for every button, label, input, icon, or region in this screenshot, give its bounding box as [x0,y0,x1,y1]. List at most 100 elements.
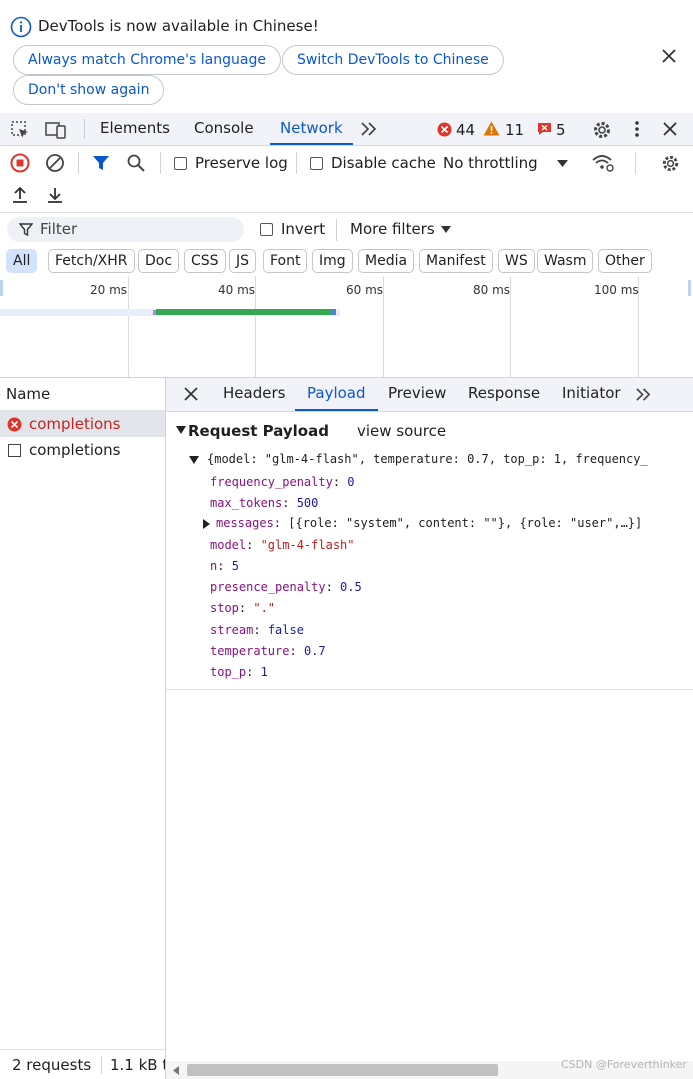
watermark: CSDN @Foreverthinker [561,1058,687,1071]
detail-tabbar: Headers Payload Preview Response Initiat… [166,378,693,412]
device-toolbar-icon[interactable] [45,120,67,140]
separator [336,219,337,241]
tab-headers[interactable]: Headers [223,378,285,411]
field-key: presence_penalty [210,580,326,594]
field-key: top_p [210,665,247,679]
issues-icon[interactable] [537,122,552,136]
filter-funnel-icon[interactable] [92,155,110,172]
field-temperature: temperature: 0.7 [210,644,326,658]
warning-count[interactable]: 11 [505,121,524,139]
always-match-language-button[interactable]: Always match Chrome's language [13,45,281,75]
field-value: "." [253,601,276,615]
network-settings-icon[interactable] [660,153,681,174]
dont-show-again-button[interactable]: Don't show again [13,75,165,105]
field-messages[interactable]: messages: [{role: "system", content: ""}… [216,516,693,530]
request-row[interactable]: completions [0,411,165,437]
field-value: false [267,623,304,637]
close-icon[interactable] [661,48,677,64]
filter-chip-wasm[interactable]: Wasm [537,249,594,273]
collapse-arrow-icon[interactable] [176,426,186,435]
tab-response[interactable]: Response [468,378,540,411]
tab-elements[interactable]: Elements [100,113,170,145]
filter-chip-manifest[interactable]: Manifest [419,249,493,273]
more-tabs-icon[interactable] [360,121,378,137]
section-divider [166,689,693,690]
search-icon[interactable] [127,154,145,172]
payload-summary[interactable]: {model: "glm-4-flash", temperature: 0.7,… [207,452,693,466]
kebab-menu-icon[interactable] [634,120,640,138]
view-source-link[interactable]: view source [357,422,446,440]
filter-chip-font[interactable]: Font [263,249,308,273]
range-handle-left[interactable] [0,280,3,296]
clear-icon[interactable] [45,153,65,173]
filter-chip-fetch-xhr[interactable]: Fetch/XHR [48,249,135,273]
warning-icon[interactable] [483,121,500,136]
field-key: max_tokens [210,496,283,510]
issues-count[interactable]: 5 [556,121,566,139]
separator [296,152,297,174]
preserve-log-checkbox[interactable] [174,157,187,170]
scrollbar-thumb[interactable] [187,1064,498,1076]
filter-chip-other[interactable]: Other [598,249,652,273]
field-max-tokens: max_tokens: 500 [210,496,319,510]
record-stop-icon[interactable] [10,153,30,173]
import-har-icon[interactable] [11,186,29,204]
tick-label: 80 ms [473,283,511,297]
filter-chip-doc[interactable]: Doc [138,249,180,273]
disable-cache-checkbox[interactable] [310,157,323,170]
range-handle-right[interactable] [688,280,691,296]
export-har-icon[interactable] [46,186,64,204]
switch-to-chinese-button[interactable]: Switch DevTools to Chinese [282,45,504,75]
tab-network[interactable]: Network [270,113,353,145]
request-count: 2 requests [12,1056,92,1074]
invert-checkbox[interactable] [260,223,273,236]
scroll-left-icon[interactable] [173,1066,179,1075]
request-row[interactable]: completions [0,437,165,463]
more-filters-button[interactable]: More filters [350,220,435,238]
filter-chip-js[interactable]: JS [229,249,257,273]
field-value: 5 [231,559,239,573]
field-key: temperature [210,644,290,658]
filter-chip-ws[interactable]: WS [498,249,535,273]
name-column-header[interactable]: Name [0,378,165,411]
close-detail-icon[interactable] [184,387,198,401]
tab-initiator[interactable]: Initiator [562,378,621,411]
separator [78,152,79,174]
dropdown-arrow-icon[interactable] [441,226,451,233]
field-value: 0.7 [303,644,326,658]
expand-right-arrow-icon[interactable] [203,519,210,529]
waterfall-bar [156,309,332,315]
field-frequency-penalty: frequency_penalty: 0 [210,475,355,489]
request-name: completions [29,415,121,433]
separator [84,119,85,139]
filter-chip-css[interactable]: CSS [184,249,226,273]
request-payload-title[interactable]: Request Payload [188,422,329,440]
disable-cache-label[interactable]: Disable cache [331,154,436,172]
settings-icon[interactable] [591,119,613,141]
request-name: completions [29,441,121,459]
field-model: model: "glm-4-flash" [210,538,355,552]
tab-console[interactable]: Console [194,113,254,145]
throttling-select[interactable]: No throttling [443,154,538,172]
field-key: model [210,538,247,552]
separator [635,152,636,174]
filter-chip-all[interactable]: All [6,249,38,273]
preserve-log-label[interactable]: Preserve log [195,154,288,172]
network-conditions-icon[interactable] [591,153,615,173]
filter-chip-media[interactable]: Media [358,249,415,273]
inspect-element-icon[interactable] [10,120,30,140]
expand-arrow-icon[interactable] [189,456,199,465]
filter-chip-img[interactable]: Img [312,249,353,273]
devtools-tabbar: Elements Console Network 44 11 5 [0,113,693,146]
import-export-toolbar [0,180,693,213]
error-icon[interactable] [437,122,452,137]
error-count[interactable]: 44 [456,121,475,139]
close-devtools-icon[interactable] [662,121,678,137]
tab-payload[interactable]: Payload [295,378,378,411]
filter-input[interactable]: Filter [7,217,244,242]
more-tabs-icon[interactable] [635,387,652,402]
dropdown-arrow-icon[interactable] [557,160,568,168]
invert-label[interactable]: Invert [281,220,325,238]
tab-preview[interactable]: Preview [388,378,446,411]
filter-icon [19,223,33,236]
